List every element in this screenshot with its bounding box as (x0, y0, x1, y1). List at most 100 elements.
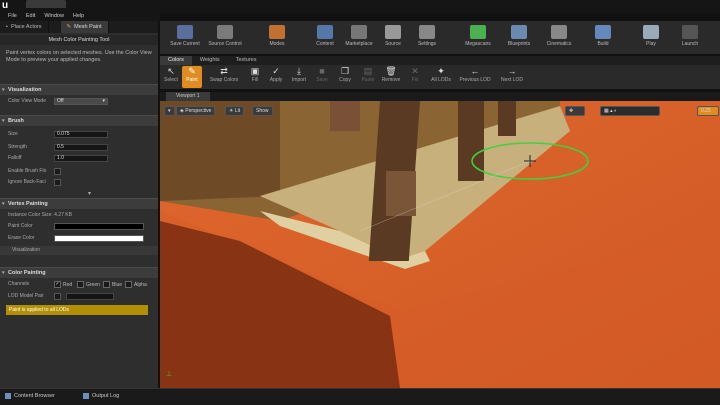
viewport-options-button[interactable]: ▾ (164, 106, 175, 116)
visualization-sub-label: Visualization (12, 247, 40, 253)
cinematics-icon (551, 25, 567, 39)
section-brush[interactable]: Brush (0, 115, 158, 127)
axis-gizmo-icon: ⊥ (166, 371, 173, 378)
viewport-tab[interactable]: Viewport 1 (166, 92, 210, 101)
tool-save-button[interactable]: ■ Save (312, 66, 332, 88)
tab-mesh-paint[interactable]: ✎ Mesh Paint (60, 21, 109, 33)
lod-row: LOD Model Pair (0, 292, 158, 301)
tool-previous-lod-button[interactable]: ← Previous LOD (456, 66, 494, 88)
transform-tools[interactable]: ✥ (565, 106, 585, 116)
section-color-painting[interactable]: Color Painting (0, 267, 158, 279)
grid-snap-label: 0.25 (701, 108, 711, 114)
menu-window[interactable]: Window (44, 13, 64, 19)
tool-apply-button[interactable]: ✓ Apply (266, 66, 286, 88)
paint-mode-tabs: Colors Weights Textures (160, 56, 720, 65)
porch-post-middle (458, 101, 484, 181)
falloff-input[interactable]: 1.0 (54, 155, 108, 162)
size-input[interactable]: 0.075 (54, 131, 108, 138)
tool-remove-button[interactable]: 🗑 Remove (380, 66, 402, 88)
strength-input[interactable]: 0.5 (54, 144, 108, 151)
settings-button[interactable]: Settings (405, 23, 449, 54)
enable-flow-label: Enable Brush Flo (8, 168, 47, 174)
tool-copy-button[interactable]: ❐ Copy (334, 66, 356, 88)
enable-flow-checkbox[interactable] (54, 168, 61, 175)
tool-fill-button[interactable]: ▣ Fill (246, 66, 264, 88)
tool-paste-button[interactable]: ▤ Paste (358, 66, 378, 88)
section-vertex-painting[interactable]: Vertex Painting (0, 198, 158, 210)
section-visualization[interactable]: Visualization (0, 84, 158, 96)
channel-blue-checkbox[interactable] (103, 281, 110, 288)
tool-select-button[interactable]: ↖ Select (162, 66, 180, 88)
content-icon (317, 25, 333, 39)
tool-all-lods-button[interactable]: ✦ All LODs (428, 66, 454, 88)
enable-flow-row: Enable Brush Flo (0, 167, 158, 176)
ignore-back-row: Ignore Back-Faci (0, 178, 158, 187)
menu-file[interactable]: File (8, 13, 17, 19)
menu-help[interactable]: Help (73, 13, 84, 19)
channel-blue[interactable]: Blue (103, 281, 122, 288)
expand-arrow-icon[interactable]: ▾ (88, 190, 94, 197)
size-row: Size 0.075 (0, 130, 158, 139)
tab-output-log[interactable]: Output Log (82, 391, 119, 401)
tool-import-button[interactable]: ⤓ Import (288, 66, 310, 88)
visualization-subsection[interactable]: Visualization (0, 246, 158, 255)
import-label: Import (291, 77, 307, 83)
megascans-icon (470, 25, 486, 39)
grid-snap-value[interactable]: 0.25 (697, 106, 719, 116)
tab-textures[interactable]: Textures (228, 56, 265, 65)
launch-button[interactable]: Launch (668, 23, 712, 54)
source-control-button[interactable]: Source Control (203, 23, 247, 54)
build-button[interactable]: Build (581, 23, 625, 54)
remove-label: Remove (381, 77, 401, 83)
channel-red[interactable]: ✓ Red (54, 281, 72, 288)
lod-checkbox[interactable] (54, 293, 61, 300)
strength-label: Strength (8, 144, 27, 150)
size-value: 0.075 (57, 131, 70, 137)
play-button[interactable]: Play (629, 23, 673, 54)
megascans-button[interactable]: Megascans (456, 23, 500, 54)
tab-colors[interactable]: Colors (160, 56, 192, 65)
modes-button[interactable]: Modes (255, 23, 299, 54)
channel-red-checkbox[interactable]: ✓ (54, 281, 61, 288)
tool-fix-button[interactable]: ✕ Fix (405, 66, 425, 88)
tab-content-browser[interactable]: Content Browser (4, 391, 55, 401)
paste-icon: ▤ (363, 66, 373, 76)
paint-color-swatch[interactable] (54, 223, 144, 230)
wall-planks-left (160, 101, 280, 201)
tool-swap-colors-button[interactable]: ⇄ Swap Colors (204, 66, 244, 88)
channel-green[interactable]: Green (77, 281, 100, 288)
erase-color-row: Erase Color (0, 234, 158, 243)
perspective-button[interactable]: ◈ Perspective (176, 106, 216, 116)
settings-icon (419, 25, 435, 39)
snap-tools[interactable]: ▦ ▴ ◐ (600, 106, 660, 116)
blueprints-button[interactable]: Blueprints (497, 23, 541, 54)
channel-alpha[interactable]: Alpha (125, 281, 147, 288)
erase-color-swatch[interactable] (54, 235, 144, 242)
ignore-back-checkbox[interactable] (54, 179, 61, 186)
falloff-label: Falloff (8, 155, 22, 161)
tool-next-lod-button[interactable]: → Next LOD (496, 66, 528, 88)
cinematics-button[interactable]: Cinematics (537, 23, 581, 54)
level-viewport[interactable] (160, 101, 720, 388)
menu-edit[interactable]: Edit (26, 13, 35, 19)
tab-place-actors[interactable]: ▪ Place Actors (0, 21, 49, 33)
viewport-scene[interactable] (160, 101, 720, 388)
modes-label: Modes (269, 41, 285, 47)
save-current-button[interactable]: Save Current (163, 23, 207, 54)
lit-button[interactable]: ☀ Lit (225, 106, 245, 116)
channel-green-checkbox[interactable] (77, 281, 84, 288)
next-lod-icon: → (507, 66, 517, 76)
chevron-down-icon: ▾ (102, 98, 105, 104)
level-tab[interactable] (26, 0, 66, 8)
lod-input[interactable] (66, 293, 114, 300)
launch-label: Launch (681, 41, 699, 47)
play-icon (643, 25, 659, 39)
tab-weights[interactable]: Weights (192, 56, 228, 65)
show-button[interactable]: Show (252, 106, 273, 116)
color-view-mode-dropdown[interactable]: Off ▾ (54, 98, 108, 105)
fill-icon: ▣ (250, 66, 260, 76)
channel-alpha-checkbox[interactable] (125, 281, 132, 288)
fix-icon: ✕ (411, 66, 419, 76)
size-label: Size (8, 131, 18, 137)
tool-paint-button[interactable]: ✎ Paint (182, 66, 202, 88)
